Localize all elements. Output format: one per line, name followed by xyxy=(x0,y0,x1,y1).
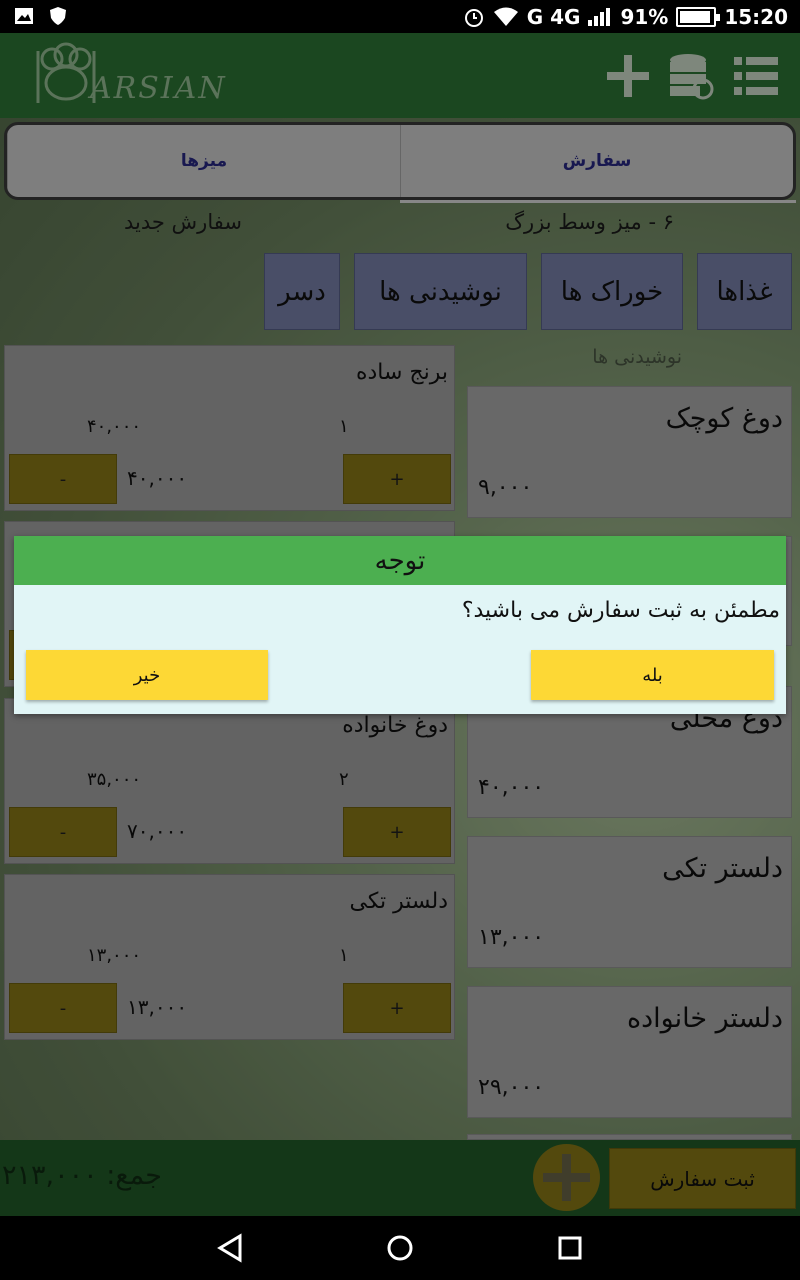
network-label: G 4G xyxy=(526,5,581,29)
wifi-icon xyxy=(493,7,518,26)
confirm-dialog: توجه مطمئن به ثبت سفارش می باشید؟ بله خی… xyxy=(14,536,786,714)
alarm-icon xyxy=(464,9,483,27)
image-notification-icon xyxy=(15,8,33,24)
home-icon[interactable] xyxy=(384,1232,416,1264)
dialog-title: توجه xyxy=(14,536,786,585)
yes-button[interactable]: بله xyxy=(531,650,774,700)
recents-icon[interactable] xyxy=(554,1232,586,1264)
status-bar: G 4G 91% 15:20 xyxy=(0,0,800,33)
shield-icon xyxy=(50,7,66,25)
navigation-bar xyxy=(0,1216,800,1280)
clock: 15:20 xyxy=(724,5,788,29)
no-button[interactable]: خیر xyxy=(26,650,268,700)
dialog-message: مطمئن به ثبت سفارش می باشید؟ xyxy=(461,598,780,623)
back-icon[interactable] xyxy=(214,1232,246,1264)
battery-percent: 91% xyxy=(620,5,669,29)
signal-icon xyxy=(588,8,611,26)
battery-icon xyxy=(676,7,721,27)
